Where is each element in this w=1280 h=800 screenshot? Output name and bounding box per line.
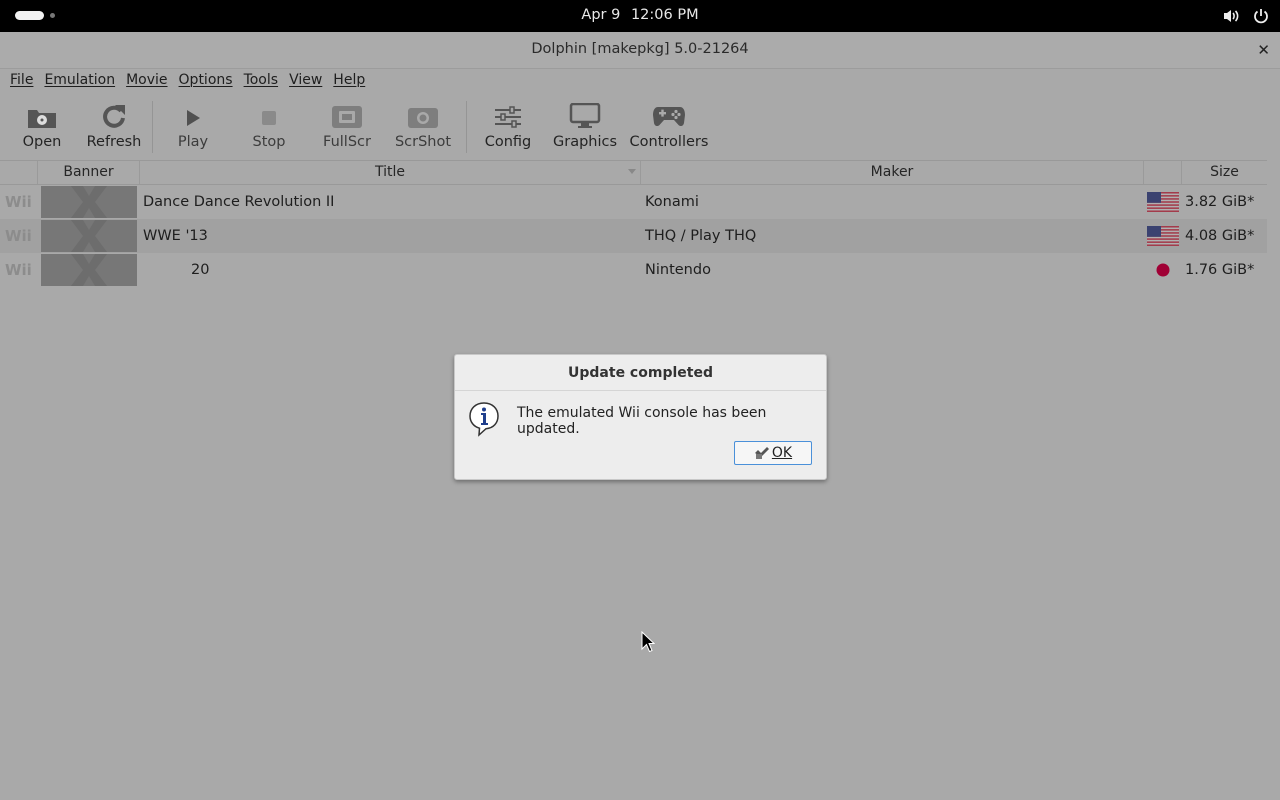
menu-file[interactable]: File	[0, 72, 39, 88]
table-row[interactable]: Wii Dance Dance Revolution II Konami 3.8…	[0, 185, 1267, 219]
game-title: WWE '13	[143, 228, 208, 244]
config-label: Config	[484, 134, 532, 150]
stop-icon	[262, 111, 276, 125]
camera-icon	[408, 108, 438, 128]
toolbar: Open Refresh Play Stop FullScr ScrShot C…	[0, 93, 1280, 159]
game-size: 3.82 GiB*	[1185, 194, 1255, 210]
platform-wii-label: Wii	[5, 193, 32, 211]
table-header: Banner Title Maker Size	[0, 160, 1267, 185]
menu-tools[interactable]: Tools	[239, 72, 285, 88]
dialog-message: The emulated Wii console has been update…	[517, 405, 767, 437]
sliders-icon	[495, 106, 521, 128]
info-icon	[469, 402, 499, 437]
game-maker: THQ / Play THQ	[645, 228, 757, 244]
refresh-label: Refresh	[86, 134, 142, 150]
system-status-area[interactable]	[1222, 7, 1270, 25]
close-icon[interactable]: ✕	[1257, 41, 1270, 59]
fullscreen-label: FullScr	[323, 134, 371, 150]
column-header-title[interactable]: Title	[140, 161, 640, 184]
play-button[interactable]: Play	[173, 101, 213, 150]
stop-button[interactable]: Stop	[249, 101, 289, 150]
fullscreen-button[interactable]: FullScr	[321, 101, 373, 150]
table-row[interactable]: Wii 20 Nintendo 1.76 GiB*	[0, 253, 1267, 287]
menu-options[interactable]: Options	[174, 72, 239, 88]
column-header-size[interactable]: Size	[1182, 161, 1267, 184]
open-label: Open	[22, 134, 62, 150]
graphics-button[interactable]: Graphics	[553, 101, 617, 150]
window-title: Dolphin [makepkg] 5.0-21264	[531, 41, 749, 57]
game-maker: Nintendo	[645, 262, 711, 278]
power-icon	[1254, 9, 1268, 24]
table-row[interactable]: Wii WWE '13 THQ / Play THQ 4.08 GiB*	[0, 219, 1267, 253]
column-header-maker[interactable]: Maker	[641, 161, 1143, 184]
window-titlebar[interactable]: Dolphin [makepkg] 5.0-21264 ✕	[0, 32, 1280, 69]
volume-icon	[1224, 10, 1239, 22]
screenshot-button[interactable]: ScrShot	[394, 101, 452, 150]
us-flag-icon	[1147, 192, 1179, 212]
fullscreen-icon	[332, 106, 362, 128]
menu-help[interactable]: Help	[328, 72, 371, 88]
toolbar-separator	[152, 101, 153, 153]
banner-placeholder-image	[41, 186, 137, 218]
graphics-label: Graphics	[553, 134, 618, 150]
open-button[interactable]: Open	[22, 101, 62, 150]
column-separator	[1143, 161, 1144, 184]
ok-label: OK	[771, 445, 793, 461]
sort-descending-icon	[628, 169, 636, 174]
platform-wii-label: Wii	[5, 261, 32, 279]
refresh-button[interactable]: Refresh	[86, 101, 142, 150]
game-size: 1.76 GiB*	[1185, 262, 1255, 278]
game-maker: Konami	[645, 194, 699, 210]
menu-movie[interactable]: Movie	[121, 72, 173, 88]
game-title: Dance Dance Revolution II	[143, 194, 335, 210]
banner-placeholder-image	[41, 220, 137, 252]
clock-time: 12:06 PM	[630, 7, 699, 23]
game-size: 4.08 GiB*	[1185, 228, 1255, 244]
monitor-icon	[569, 103, 601, 128]
gamepad-icon	[653, 107, 685, 127]
open-disc-icon	[28, 110, 56, 128]
toolbar-separator	[466, 101, 467, 153]
mouse-cursor-icon	[641, 631, 655, 653]
config-button[interactable]: Config	[484, 101, 532, 150]
game-title: 20	[191, 262, 210, 278]
menu-view[interactable]: View	[284, 72, 328, 88]
menu-emulation[interactable]: Emulation	[39, 72, 121, 88]
banner-placeholder-image	[41, 254, 137, 286]
ok-button[interactable]: OK	[734, 441, 812, 465]
menu-bar: File Emulation Movie Options Tools View …	[0, 69, 1280, 91]
update-completed-dialog: Update completed The emulated Wii consol…	[454, 354, 827, 480]
controllers-label: Controllers	[629, 134, 709, 150]
platform-wii-label: Wii	[5, 227, 32, 245]
column-header-banner[interactable]: Banner	[38, 161, 139, 184]
clock[interactable]: Apr 9 12:06 PM	[0, 7, 1280, 23]
game-list-table: Banner Title Maker Size Wii Dance Dance …	[0, 160, 1267, 287]
refresh-icon	[103, 105, 125, 128]
system-top-bar: Apr 9 12:06 PM	[0, 0, 1280, 32]
clock-date: Apr 9	[581, 7, 621, 23]
jp-flag-icon	[1147, 260, 1179, 280]
us-flag-icon	[1147, 226, 1179, 246]
dialog-title: Update completed	[455, 355, 826, 391]
controllers-button[interactable]: Controllers	[628, 101, 710, 150]
play-label: Play	[177, 134, 209, 150]
screenshot-label: ScrShot	[394, 134, 452, 150]
apply-icon	[754, 447, 769, 459]
play-icon	[187, 110, 200, 126]
stop-label: Stop	[252, 134, 286, 150]
